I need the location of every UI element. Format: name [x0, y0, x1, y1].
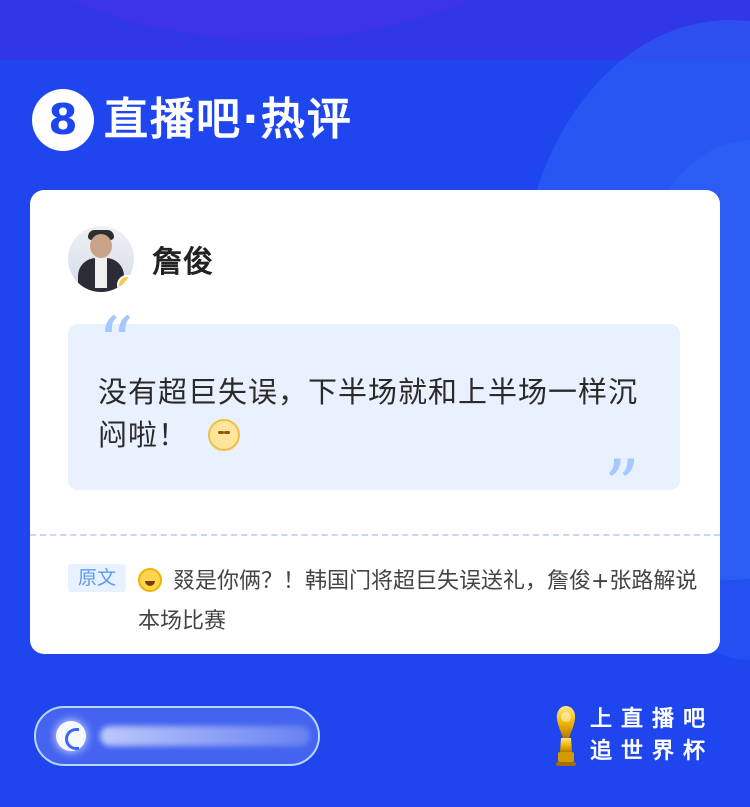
avatar-shirt [95, 258, 107, 288]
grinning-cat-emoji-icon [208, 419, 241, 451]
brand-badge-icon: 8 [32, 89, 94, 151]
quote-body: 没有超巨失误，下半场就和上半场一样沉闷啦！ [98, 375, 639, 452]
author-row: ✓ 詹俊 [68, 226, 214, 292]
avatar[interactable]: ✓ [68, 226, 134, 292]
brand-logo: 8 直播吧·热评 [32, 88, 353, 152]
comment-card: ✓ 詹俊 没有超巨失误，下半场就和上半场一样沉闷啦！ 原文 叕是你俩？！韩国门将… [30, 190, 720, 654]
verified-badge-icon: ✓ [117, 275, 134, 292]
laughing-emoji-icon [138, 568, 162, 592]
blurred-placeholder [100, 726, 310, 746]
quote-text: 没有超巨失误，下半场就和上半场一样沉闷啦！ [98, 371, 654, 457]
promo-line-1: 上直播吧 [590, 707, 715, 732]
open-quote-icon: “ [98, 302, 134, 384]
c-app-icon [56, 721, 86, 751]
brand-title: 直播吧·热评 [104, 94, 353, 145]
comment-input-pill[interactable] [34, 706, 320, 766]
source-body: 叕是你俩？！韩国门将超巨失误送礼，詹俊+张路解说本场比赛 [138, 569, 698, 634]
trophy-icon [556, 706, 576, 766]
author-name[interactable]: 詹俊 [152, 237, 214, 281]
source-text[interactable]: 叕是你俩？！韩国门将超巨失误送礼，詹俊+张路解说本场比赛 [138, 562, 698, 642]
avatar-face [90, 234, 112, 258]
promo-block: 上直播吧 追世界杯 [552, 704, 732, 774]
source-tag[interactable]: 原文 [68, 564, 127, 592]
divider [30, 534, 720, 536]
promo-line-2: 追世界杯 [590, 739, 715, 764]
close-quote-icon: ” [604, 445, 640, 527]
